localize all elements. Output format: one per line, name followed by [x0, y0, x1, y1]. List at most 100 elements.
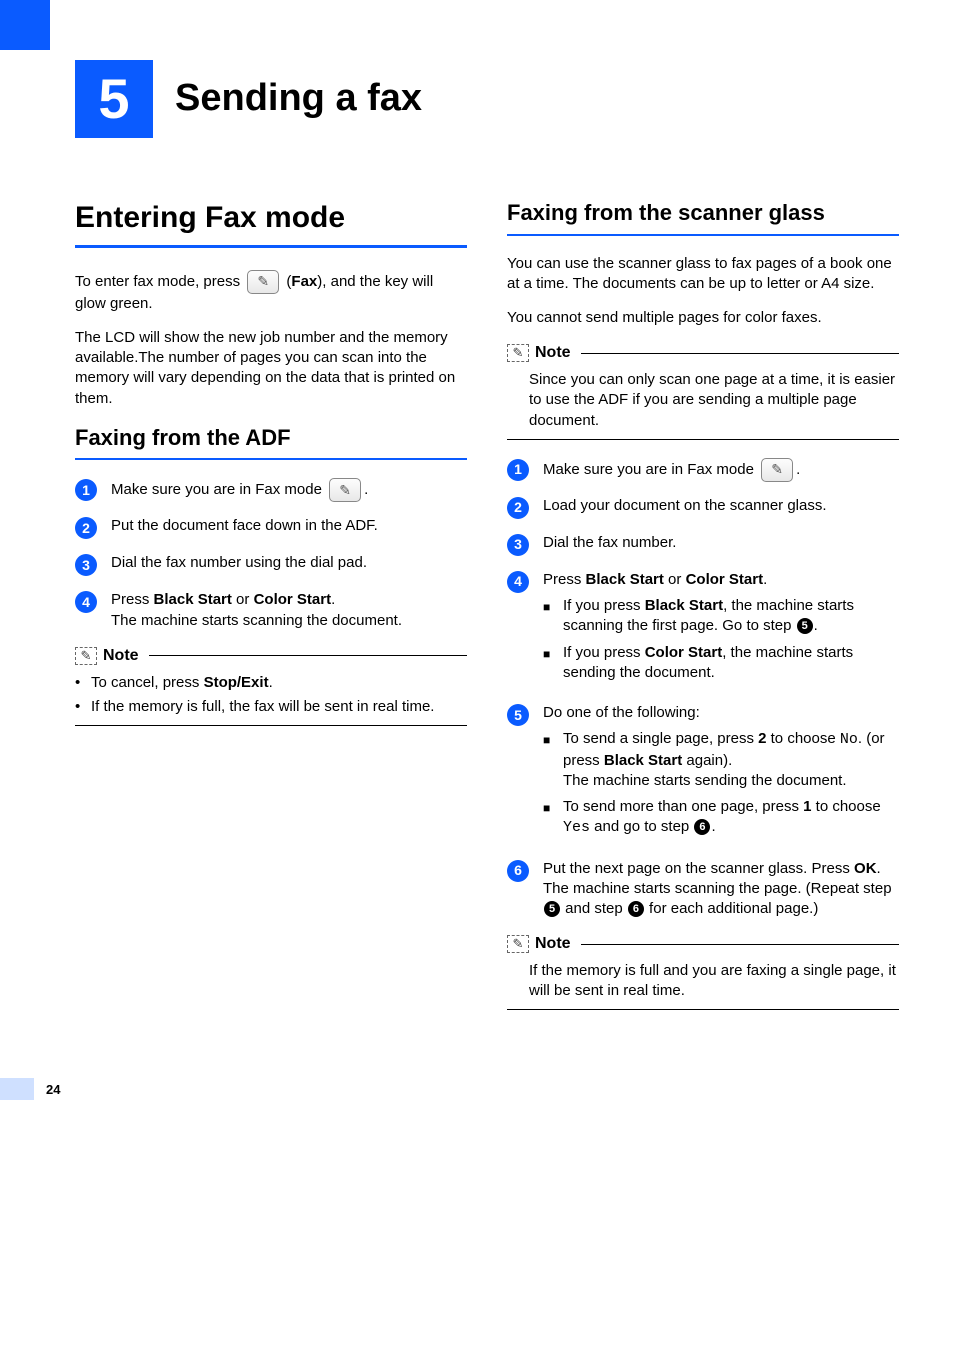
fax-button-icon: ✎: [247, 270, 279, 294]
stop-exit-label: Stop/Exit: [204, 674, 269, 691]
color-start-label: Color Start: [645, 644, 723, 661]
text: .: [364, 481, 368, 498]
chapter-number: 5: [75, 60, 153, 138]
step-number-icon: 2: [507, 497, 529, 519]
adf-step-4: 4 Press Black Start or Color Start. The …: [75, 590, 467, 631]
step-text: Do one of the following: To send a singl…: [543, 703, 899, 845]
text: .: [711, 818, 715, 835]
color-start-label: Color Start: [254, 591, 332, 608]
adf-step-2: 2 Put the document face down in the ADF.: [75, 516, 467, 539]
right-column: Faxing from the scanner glass You can us…: [507, 198, 899, 1028]
sub-bullet: To send more than one page, press 1 to c…: [543, 797, 899, 839]
text: If you press: [563, 644, 645, 661]
step-text: Make sure you are in Fax mode ✎.: [543, 458, 899, 482]
step-text: Make sure you are in Fax mode ✎.: [111, 478, 467, 502]
fax-button-icon: ✎: [329, 478, 361, 502]
step-number-icon: 1: [75, 479, 97, 501]
adf-step-1: 1 Make sure you are in Fax mode ✎.: [75, 478, 467, 502]
text: To cancel, press: [91, 674, 204, 691]
page-number: 24: [46, 1081, 60, 1099]
fax-label: Fax: [291, 272, 317, 289]
chapter-header: 5 Sending a fax: [75, 60, 899, 138]
text: Make sure you are in Fax mode: [111, 481, 326, 498]
text: Press: [111, 591, 154, 608]
scanner-step-5: 5 Do one of the following: To send a sin…: [507, 703, 899, 845]
text: for each additional page.): [645, 900, 818, 917]
adf-step-3: 3 Dial the fax number using the dial pad…: [75, 553, 467, 576]
sub-bullet: If you press Color Start, the machine st…: [543, 643, 899, 684]
text: .: [763, 571, 767, 588]
note-item: To cancel, press Stop/Exit.: [75, 673, 467, 693]
step-number-icon: 3: [507, 534, 529, 556]
step-ref-icon: 5: [797, 618, 813, 634]
note-body: To cancel, press Stop/Exit. If the memor…: [75, 673, 467, 718]
text: .: [331, 591, 335, 608]
note-line: [581, 944, 899, 945]
text: or: [232, 591, 254, 608]
note-header: ✎ Note: [507, 342, 899, 364]
text: Make sure you are in Fax mode: [543, 461, 758, 478]
text: Press: [543, 571, 586, 588]
note-close-line: [75, 725, 467, 726]
lcd-yes-label: Yes: [563, 819, 590, 836]
note-close-line: [507, 1009, 899, 1010]
intro-paragraph-1: To enter fax mode, press ✎ (Fax), and th…: [75, 270, 467, 314]
note-header: ✎ Note: [507, 933, 899, 955]
note-label: Note: [535, 342, 571, 364]
step-text: Press Black Start or Color Start. The ma…: [111, 590, 467, 631]
step-ref-icon: 6: [694, 819, 710, 835]
step-number-icon: 1: [507, 459, 529, 481]
subsection-heading-adf: Faxing from the ADF: [75, 423, 467, 461]
note-label: Note: [103, 645, 139, 667]
step-number-icon: 2: [75, 517, 97, 539]
sub-bullet: If you press Black Start, the machine st…: [543, 596, 899, 637]
black-start-label: Black Start: [154, 591, 232, 608]
page-footer: 24: [75, 1078, 899, 1100]
note-icon: ✎: [507, 935, 529, 953]
black-start-label: Black Start: [645, 597, 723, 614]
text: .: [796, 461, 800, 478]
text: to choose: [812, 798, 881, 815]
scanner-step-1: 1 Make sure you are in Fax mode ✎.: [507, 458, 899, 482]
text: .: [877, 860, 881, 877]
step-text: Dial the fax number.: [543, 533, 899, 553]
step-ref-icon: 6: [628, 901, 644, 917]
note-body: Since you can only scan one page at a ti…: [507, 370, 899, 431]
text: and go to step: [590, 818, 693, 835]
text: Do one of the following:: [543, 704, 700, 721]
note-icon: ✎: [75, 647, 97, 665]
page-content: 5 Sending a fax Entering Fax mode To ent…: [0, 0, 954, 1140]
note-header: ✎ Note: [75, 645, 467, 667]
step-number-icon: 5: [507, 704, 529, 726]
text: .: [269, 674, 273, 691]
text: or: [664, 571, 686, 588]
text: The machine starts sending the document.: [563, 772, 847, 789]
note-item: If the memory is full, the fax will be s…: [75, 697, 467, 717]
footer-tab-decoration: [0, 1078, 34, 1100]
text: to choose: [766, 730, 839, 747]
black-start-label: Black Start: [586, 571, 664, 588]
sub-bullet: To send a single page, press 2 to choose…: [543, 729, 899, 791]
step-text: Dial the fax number using the dial pad.: [111, 553, 467, 573]
text: Put the next page on the scanner glass. …: [543, 860, 854, 877]
note-line: [581, 353, 899, 354]
step-text: Put the next page on the scanner glass. …: [543, 859, 899, 920]
step-number-icon: 3: [75, 554, 97, 576]
section-heading-entering-fax-mode: Entering Fax mode: [75, 198, 467, 248]
step-text: Put the document face down in the ADF.: [111, 516, 467, 536]
key-1-label: 1: [803, 798, 811, 815]
ok-label: OK: [854, 860, 877, 877]
text: If you press: [563, 597, 645, 614]
chapter-title: Sending a fax: [175, 73, 422, 124]
text: .: [814, 617, 818, 634]
text: The machine starts scanning the page. (R…: [543, 880, 892, 897]
text: again).: [682, 752, 732, 769]
scanner-paragraph-2: You cannot send multiple pages for color…: [507, 308, 899, 328]
step-number-icon: 4: [507, 571, 529, 593]
step-text: Press Black Start or Color Start. If you…: [543, 570, 899, 689]
note-close-line: [507, 439, 899, 440]
scanner-paragraph-1: You can use the scanner glass to fax pag…: [507, 254, 899, 295]
step-number-icon: 4: [75, 591, 97, 613]
text: The machine starts scanning the document…: [111, 612, 402, 629]
lcd-no-label: No: [840, 731, 858, 748]
